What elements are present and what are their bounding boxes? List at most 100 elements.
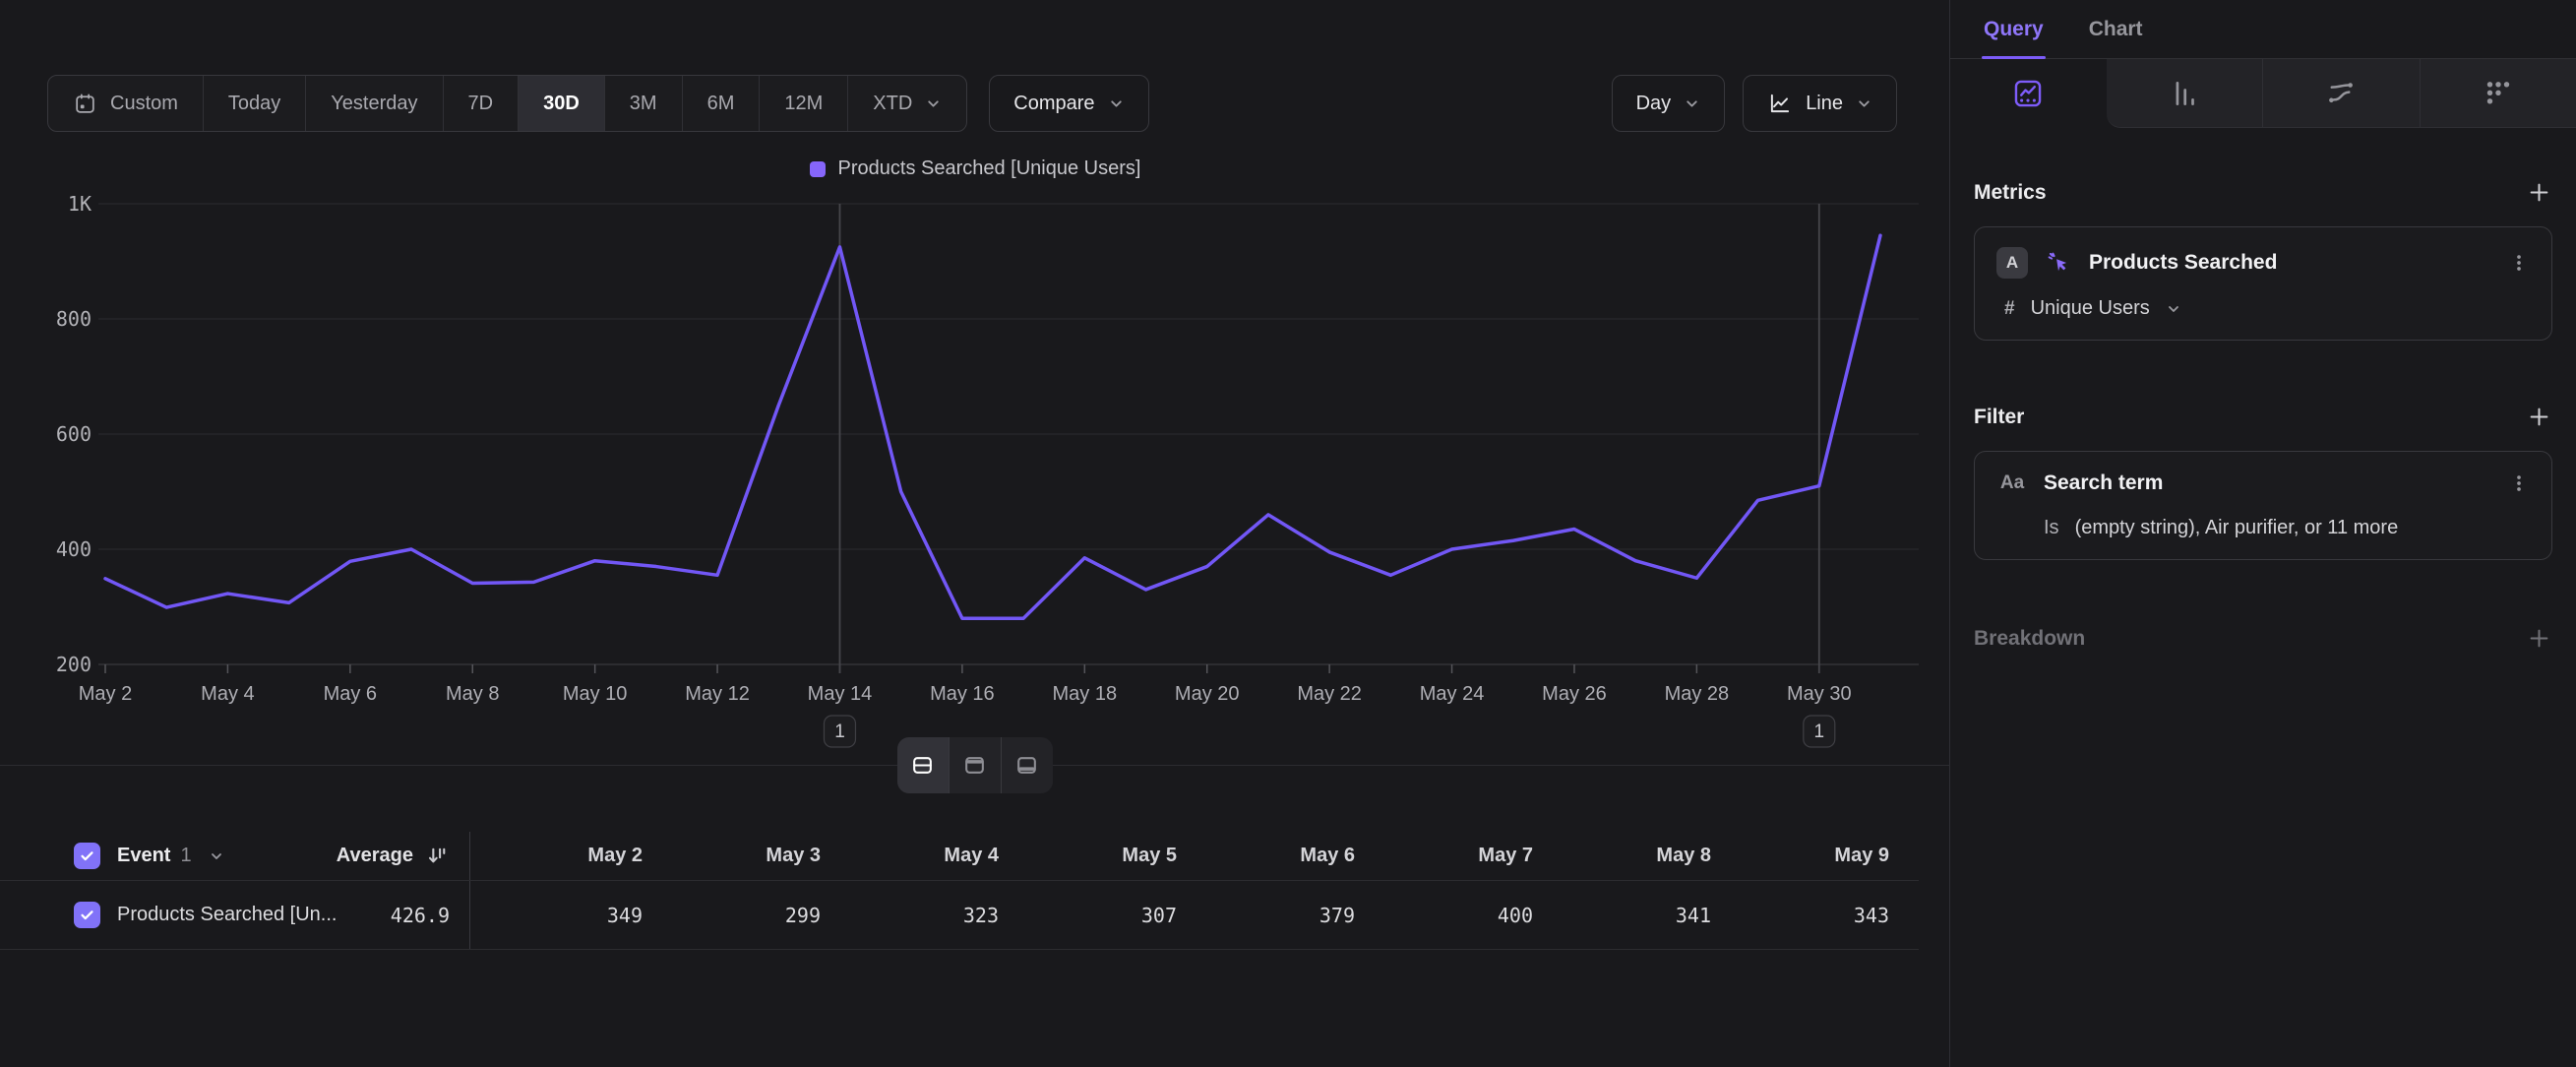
tab-flows[interactable] <box>2262 59 2420 128</box>
bar-chart-icon <box>2168 77 2201 110</box>
compare-label: Compare <box>1013 93 1094 115</box>
date-value: 400 <box>1361 904 1539 927</box>
filter-condition-row: Is (empty string), Air purifier, or 11 m… <box>1996 517 2530 539</box>
date-header-cells: May 2May 3May 4May 5May 6May 7May 8May 9 <box>469 832 1919 880</box>
layout-split-button[interactable] <box>897 737 950 793</box>
chevron-down-icon[interactable] <box>209 848 224 864</box>
line-chart[interactable]: 2004006008001KMay 2May 4May 6May 8May 10… <box>0 148 1950 778</box>
event-cursor-icon <box>2044 248 2073 278</box>
date-value: 341 <box>1539 904 1717 927</box>
layout-chart-only-button[interactable] <box>950 737 1002 793</box>
select-all-checkbox[interactable] <box>74 843 100 869</box>
layout-toggle-group <box>897 737 1053 793</box>
range-custom[interactable]: Custom <box>48 76 204 131</box>
string-property-badge: Aa <box>1996 472 2028 494</box>
tab-bar-chart[interactable] <box>2107 59 2263 128</box>
insights-chart-icon <box>2011 77 2045 110</box>
flows-icon <box>2324 77 2358 110</box>
row-checkbox[interactable] <box>74 902 100 928</box>
tab-chart[interactable]: Chart <box>2089 0 2143 58</box>
sort-descending-icon <box>425 844 450 868</box>
add-metric-button[interactable] <box>2526 179 2552 206</box>
date-column-header[interactable]: May 4 <box>827 845 1005 867</box>
granularity-label: Day <box>1636 93 1672 115</box>
date-value: 299 <box>648 904 827 927</box>
sidebar-content: Metrics A Products Searched # <box>1950 179 2576 652</box>
y-axis-label: 600 <box>56 422 92 446</box>
table-row: Products Searched [Un... 426.9 349299323… <box>0 881 1919 950</box>
range-30d[interactable]: 30D <box>519 76 605 131</box>
tab-retention[interactable] <box>2420 59 2576 128</box>
date-column-header[interactable]: May 3 <box>648 845 827 867</box>
tab-insights[interactable] <box>1950 59 2107 128</box>
x-axis-label: May 12 <box>685 683 750 705</box>
range-3m[interactable]: 3M <box>605 76 683 131</box>
series-name: Products Searched [Un... <box>117 904 337 926</box>
date-range-control: CustomTodayYesterday7D30D3M6M12MXTD <box>47 75 967 132</box>
aggregation-selector[interactable]: Unique Users <box>2031 297 2150 320</box>
x-axis-label: May 14 <box>808 683 873 705</box>
range-6m[interactable]: 6M <box>683 76 761 131</box>
metric-letter-badge: A <box>1996 247 2028 279</box>
tab-query[interactable]: Query <box>1984 0 2044 58</box>
series-line[interactable] <box>105 235 1880 618</box>
line-chart-icon <box>1767 91 1793 116</box>
date-column-header[interactable]: May 7 <box>1361 845 1539 867</box>
average-value: 426.9 <box>391 904 450 927</box>
date-value: 349 <box>470 904 648 927</box>
chart-style-button[interactable]: Line <box>1743 75 1897 132</box>
x-axis-label: May 18 <box>1053 683 1118 705</box>
date-column-header[interactable]: May 5 <box>1005 845 1183 867</box>
layout-table-only-icon <box>1014 753 1039 778</box>
y-axis-label: 800 <box>56 307 92 331</box>
average-header-cell[interactable]: Average <box>315 844 469 868</box>
chevron-down-icon[interactable] <box>2166 301 2181 317</box>
filter-card-header: Aa Search term <box>1996 471 2530 495</box>
granularity-button[interactable]: Day <box>1612 75 1726 132</box>
analytics-app: CustomTodayYesterday7D30D3M6M12MXTD Comp… <box>0 0 2576 1067</box>
range-xtd[interactable]: XTD <box>848 76 966 131</box>
date-column-header[interactable]: May 6 <box>1183 845 1361 867</box>
filter-operator[interactable]: Is <box>2044 517 2059 539</box>
annotation-count: 1 <box>834 722 845 742</box>
metric-aggregation-row: # Unique Users <box>1996 297 2530 320</box>
add-filter-button[interactable] <box>2526 404 2552 430</box>
date-column-header[interactable]: May 9 <box>1717 845 1895 867</box>
range-yesterday[interactable]: Yesterday <box>306 76 443 131</box>
metric-card[interactable]: A Products Searched # Unique Users <box>1974 226 2552 341</box>
metrics-title: Metrics <box>1974 181 2047 205</box>
filter-property-name: Search term <box>2044 471 2492 495</box>
x-axis-label: May 16 <box>930 683 995 705</box>
chevron-down-icon <box>1856 95 1872 112</box>
add-breakdown-button[interactable] <box>2526 625 2552 652</box>
x-axis-label: May 28 <box>1665 683 1730 705</box>
retention-dots-icon <box>2482 77 2515 110</box>
filter-title: Filter <box>1974 406 2024 429</box>
chart-style-label: Line <box>1806 93 1843 115</box>
x-axis-label: May 26 <box>1542 683 1607 705</box>
filter-card[interactable]: Aa Search term Is (empty string), Air pu… <box>1974 451 2552 560</box>
x-axis-label: May 4 <box>201 683 254 705</box>
compare-button[interactable]: Compare <box>989 75 1148 132</box>
filter-value[interactable]: (empty string), Air purifier, or 11 more <box>2075 517 2399 539</box>
chart-toolbar: CustomTodayYesterday7D30D3M6M12MXTD Comp… <box>47 75 1897 132</box>
sidebar-tabs: Query Chart <box>1950 0 2576 59</box>
y-axis-label: 200 <box>56 653 92 676</box>
y-axis-label: 1K <box>68 192 92 216</box>
date-column-header[interactable]: May 2 <box>470 845 648 867</box>
kebab-menu-icon[interactable] <box>2508 472 2530 494</box>
date-column-header[interactable]: May 8 <box>1539 845 1717 867</box>
layout-split-icon <box>910 753 935 778</box>
kebab-menu-icon[interactable] <box>2508 252 2530 274</box>
metric-card-header: A Products Searched <box>1996 247 2530 279</box>
date-value: 343 <box>1717 904 1895 927</box>
range-7d[interactable]: 7D <box>444 76 520 131</box>
layout-table-only-button[interactable] <box>1002 737 1053 793</box>
range-12m[interactable]: 12M <box>760 76 848 131</box>
chevron-down-icon <box>925 95 942 112</box>
toolbar-right-group: Day Line <box>1612 75 1897 132</box>
range-today[interactable]: Today <box>204 76 306 131</box>
x-axis-label: May 20 <box>1175 683 1240 705</box>
annotation-count: 1 <box>1814 722 1825 742</box>
main-panel: CustomTodayYesterday7D30D3M6M12MXTD Comp… <box>0 0 1950 1067</box>
